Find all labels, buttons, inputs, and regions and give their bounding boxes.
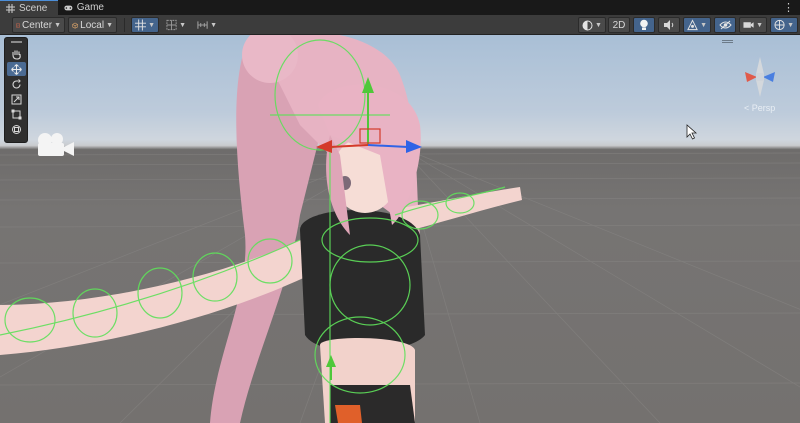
camera-settings-dropdown[interactable]: ▼: [739, 17, 767, 33]
camera-icon: [743, 22, 754, 28]
pivot-mode-label: Center: [22, 19, 53, 31]
pivot-rotation-label: Local: [80, 19, 105, 31]
gizmo-globe-icon: [774, 19, 785, 31]
chevron-down-icon: ▼: [179, 21, 186, 29]
tab-scene-label: Scene: [19, 2, 48, 14]
chevron-down-icon: ▼: [700, 21, 707, 29]
character-model: [0, 35, 522, 423]
chevron-down-icon: ▼: [595, 21, 602, 29]
pivot-mode-dropdown[interactable]: Center ▼: [12, 17, 65, 33]
chevron-down-icon: ▼: [787, 21, 794, 29]
scale-tool-button[interactable]: [7, 92, 26, 106]
rect-tool-button[interactable]: [7, 107, 26, 121]
incremental-snap-button[interactable]: ▼: [193, 17, 221, 33]
pivot-rotation-dropdown[interactable]: Local ▼: [68, 17, 117, 33]
snap-grid-icon: [166, 19, 177, 31]
grid-icon: [6, 3, 15, 13]
scene-visibility-button[interactable]: [714, 17, 736, 33]
transform-tool-button[interactable]: [7, 122, 26, 136]
chevron-down-icon: ▼: [210, 21, 217, 29]
effects-icon: [687, 19, 698, 31]
window-tab-bar: Scene Game ⋮: [0, 0, 800, 15]
toggle-2d-button[interactable]: 2D: [608, 17, 630, 33]
mouse-cursor-icon: [686, 124, 698, 140]
toggle-2d-label: 2D: [612, 19, 626, 31]
rect-transform-icon: [11, 109, 22, 119]
scene-toolbar: Center ▼ Local ▼ ▼ ▼ ▼ ▼ 2D ▼ ▼ ▼: [0, 15, 800, 35]
local-cube-icon: [72, 22, 78, 29]
grid-snapping-button[interactable]: ▼: [162, 17, 190, 33]
tools-overlay: [4, 37, 28, 143]
rotate-icon: [12, 78, 21, 89]
transform-icon: [12, 124, 21, 134]
toolbar-divider: [124, 18, 125, 32]
increment-snap-icon: [197, 21, 208, 29]
scene-render: [0, 35, 800, 423]
move-arrows-icon: [11, 63, 22, 75]
more-options-icon[interactable]: ⋮: [783, 1, 794, 14]
tab-scene[interactable]: Scene: [0, 0, 58, 15]
shaded-sphere-icon: [582, 20, 593, 30]
gizmos-dropdown[interactable]: ▼: [770, 17, 798, 33]
gamepad-icon: [64, 5, 73, 10]
pivot-center-icon: [16, 23, 20, 27]
light-bulb-icon: [640, 19, 648, 30]
draw-mode-dropdown[interactable]: ▼: [578, 17, 606, 33]
grid-visibility-button[interactable]: ▼: [131, 17, 159, 33]
orientation-gizmo[interactable]: [735, 52, 785, 102]
view-tool-button[interactable]: [7, 47, 26, 61]
scene-viewport[interactable]: < Persp: [0, 35, 800, 423]
tab-game[interactable]: Game: [58, 0, 110, 15]
grid-snap-icon: [135, 19, 147, 31]
audio-toggle-button[interactable]: [658, 17, 680, 33]
chevron-down-icon: ▼: [148, 21, 155, 29]
move-tool-button[interactable]: [7, 62, 26, 76]
chevron-down-icon: ▼: [54, 21, 61, 29]
hand-icon: [12, 50, 21, 60]
eye-slash-icon: [718, 20, 732, 30]
chevron-down-icon: ▼: [756, 21, 763, 29]
effects-dropdown[interactable]: ▼: [683, 17, 711, 33]
projection-label[interactable]: < Persp: [744, 103, 775, 113]
scale-icon: [11, 94, 22, 104]
gizmo-menu-icon[interactable]: [722, 40, 733, 43]
tab-game-label: Game: [76, 2, 104, 13]
scene-camera-icon[interactable]: [36, 132, 76, 158]
lighting-toggle-button[interactable]: [633, 17, 655, 33]
overlay-grip-icon[interactable]: [11, 41, 22, 43]
audio-icon: [664, 20, 674, 30]
chevron-down-icon: ▼: [106, 21, 113, 29]
rotate-tool-button[interactable]: [7, 77, 26, 91]
